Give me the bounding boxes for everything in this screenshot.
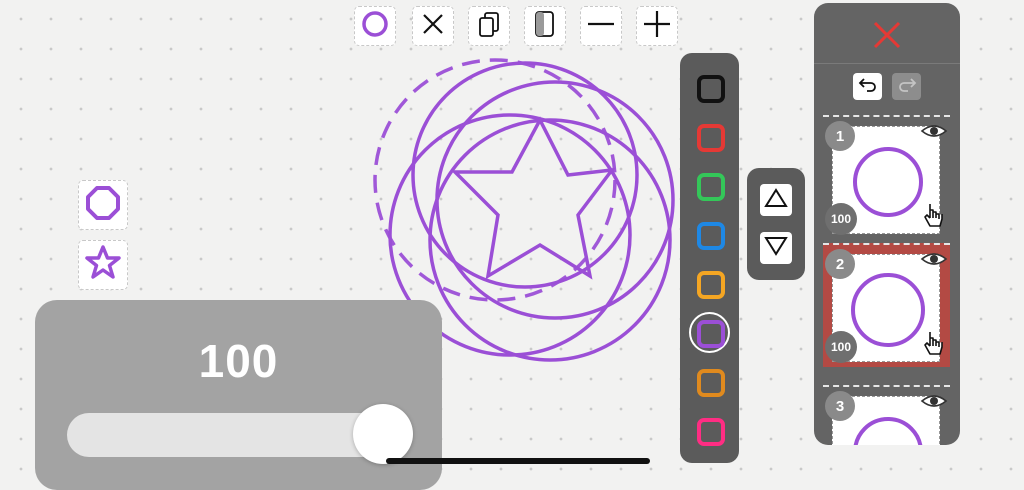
triangle-down-icon bbox=[764, 235, 788, 262]
minus-icon bbox=[586, 9, 616, 44]
drag-hand-icon[interactable] bbox=[922, 329, 946, 364]
opacity-panel: 100 bbox=[35, 300, 442, 490]
layers-panel: 1 100 2 100 3 bbox=[814, 3, 960, 445]
color-swatch-pink[interactable] bbox=[697, 418, 725, 446]
split-icon bbox=[532, 9, 558, 44]
eye-icon[interactable] bbox=[920, 391, 948, 416]
color-swatch-red[interactable] bbox=[697, 124, 725, 152]
layer-number: 3 bbox=[825, 391, 855, 421]
duplicate-icon bbox=[475, 9, 503, 44]
layer-number: 1 bbox=[825, 121, 855, 151]
home-indicator bbox=[386, 458, 650, 464]
color-swatch-orange[interactable] bbox=[697, 369, 725, 397]
drag-hand-icon[interactable] bbox=[922, 201, 946, 236]
redo-button[interactable] bbox=[892, 73, 921, 100]
layer-item-selected[interactable]: 2 100 bbox=[823, 243, 950, 367]
circle-shape-icon bbox=[360, 9, 390, 44]
close-icon bbox=[420, 11, 446, 42]
eye-icon[interactable] bbox=[920, 249, 948, 274]
move-layer-down-button[interactable] bbox=[760, 232, 792, 264]
color-swatch-yellow[interactable] bbox=[697, 271, 725, 299]
layer-order-panel bbox=[747, 168, 805, 280]
circle-shape-icon bbox=[83, 183, 123, 228]
color-swatch-black[interactable] bbox=[697, 75, 725, 103]
circle-shape-button[interactable] bbox=[78, 180, 128, 230]
layer-item[interactable]: 3 bbox=[823, 385, 950, 445]
opacity-slider-thumb[interactable] bbox=[353, 404, 413, 464]
layer-number: 2 bbox=[825, 249, 855, 279]
redo-icon bbox=[897, 75, 917, 98]
color-swatch-purple[interactable] bbox=[697, 320, 725, 348]
opacity-value: 100 bbox=[198, 335, 279, 387]
layer-opacity-badge: 100 bbox=[825, 331, 857, 363]
layer-item[interactable]: 1 100 bbox=[823, 115, 950, 239]
plus-icon bbox=[642, 9, 672, 44]
divider bbox=[814, 63, 960, 64]
circle-shape-d bbox=[428, 118, 672, 362]
color-swatch-blue[interactable] bbox=[697, 222, 725, 250]
move-layer-up-button[interactable] bbox=[760, 184, 792, 216]
layer-opacity-badge: 100 bbox=[825, 203, 857, 235]
color-palette bbox=[680, 53, 739, 463]
color-swatch-green[interactable] bbox=[697, 173, 725, 201]
eye-icon[interactable] bbox=[920, 121, 948, 146]
star-shape-icon bbox=[83, 243, 123, 288]
triangle-up-icon bbox=[764, 187, 788, 214]
close-layers-button[interactable] bbox=[869, 17, 905, 58]
close-icon bbox=[869, 21, 905, 57]
star-shape-button[interactable] bbox=[78, 240, 128, 290]
dashed-circle-shape bbox=[373, 58, 617, 302]
undo-button[interactable] bbox=[853, 73, 882, 100]
undo-icon bbox=[858, 75, 878, 98]
